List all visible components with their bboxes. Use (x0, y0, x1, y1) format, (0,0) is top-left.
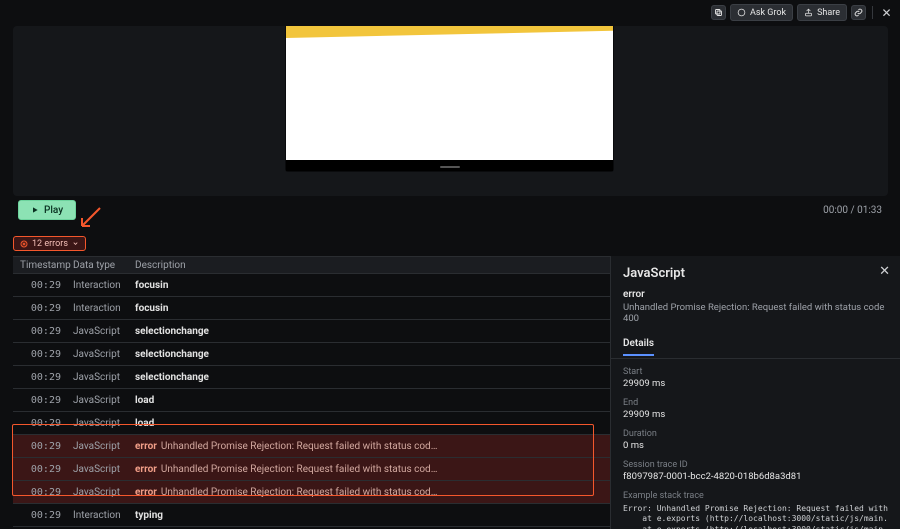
row-datatype: JavaScript (73, 441, 129, 452)
row-datatype: Interaction (73, 510, 129, 521)
row-description: typing (129, 510, 682, 521)
row-description: error Unhandled Promise Rejection: Reque… (129, 487, 682, 498)
close-detail-icon[interactable]: ✕ (879, 264, 890, 279)
row-datatype: JavaScript (73, 372, 129, 383)
ask-grok-button[interactable]: Ask Grok (730, 4, 793, 21)
detail-message: Unhandled Promise Rejection: Request fai… (623, 302, 888, 324)
row-timestamp: 00:29 (13, 395, 73, 406)
row-description: load (129, 395, 682, 406)
row-description: error Unhandled Promise Rejection: Reque… (129, 441, 682, 452)
row-description: selectionchange (129, 326, 682, 337)
sid-label: Session trace ID (623, 460, 888, 470)
duration-label: Duration (623, 429, 888, 439)
row-datatype: JavaScript (73, 464, 129, 475)
row-timestamp: 00:29 (13, 280, 73, 291)
col-timestamp[interactable]: Timestamp (13, 257, 73, 273)
end-label: End (623, 398, 888, 408)
row-description: focusin (129, 303, 682, 314)
col-description[interactable]: Description (129, 257, 682, 273)
share-label: Share (817, 8, 840, 18)
row-timestamp: 00:29 (13, 510, 73, 521)
session-viewer (13, 26, 888, 196)
start-value: 29909 ms (623, 378, 888, 389)
duration-value: 0 ms (623, 440, 888, 451)
row-datatype: JavaScript (73, 326, 129, 337)
detail-tab-details[interactable]: Details (623, 338, 654, 356)
top-toolbar: Ask Grok Share ✕ (711, 4, 894, 21)
row-timestamp: 00:29 (13, 487, 73, 498)
time-counter: 00:00 / 01:33 (823, 205, 882, 216)
row-timestamp: 00:29 (13, 349, 73, 360)
start-label: Start (623, 367, 888, 377)
row-timestamp: 00:29 (13, 326, 73, 337)
row-timestamp: 00:29 (13, 418, 73, 429)
stack-label: Example stack trace (623, 491, 888, 501)
row-timestamp: 00:29 (13, 303, 73, 314)
row-datatype: JavaScript (73, 418, 129, 429)
row-datatype: JavaScript (73, 487, 129, 498)
row-timestamp: 00:29 (13, 372, 73, 383)
row-description: focusin (129, 280, 682, 291)
row-timestamp: 00:29 (13, 464, 73, 475)
row-description: load (129, 418, 682, 429)
detail-title: JavaScript (623, 266, 888, 281)
close-icon[interactable]: ✕ (879, 5, 894, 20)
play-button[interactable]: Play (18, 200, 76, 220)
link-icon[interactable] (851, 5, 866, 20)
copy-icon[interactable] (711, 5, 726, 20)
row-description: error Unhandled Promise Rejection: Reque… (129, 464, 682, 475)
col-datatype[interactable]: Data type (73, 257, 129, 273)
row-timestamp: 00:29 (13, 441, 73, 452)
play-label: Play (44, 205, 63, 216)
sid-value: f8097987-0001-bcc2-4820-018b6d8a3d81 (623, 471, 888, 482)
session-recording (286, 26, 613, 171)
detail-kind: error (623, 289, 888, 300)
ask-grok-label: Ask Grok (750, 8, 786, 18)
recording-chrome-bar (286, 160, 613, 171)
row-description: selectionchange (129, 372, 682, 383)
share-button[interactable]: Share (797, 4, 847, 21)
row-description: selectionchange (129, 349, 682, 360)
errors-pill-label: 12 errors (32, 239, 68, 249)
detail-panel: ✕ JavaScript error Unhandled Promise Rej… (610, 256, 900, 529)
stack-trace: Error: Unhandled Promise Rejection: Requ… (623, 504, 888, 529)
recording-banner (286, 26, 613, 38)
row-datatype: Interaction (73, 303, 129, 314)
playback-controls: Play 00:00 / 01:33 (18, 199, 882, 221)
row-datatype: Interaction (73, 280, 129, 291)
row-datatype: JavaScript (73, 395, 129, 406)
errors-filter-pill[interactable]: 12 errors (13, 236, 86, 251)
end-value: 29909 ms (623, 409, 888, 420)
row-datatype: JavaScript (73, 349, 129, 360)
